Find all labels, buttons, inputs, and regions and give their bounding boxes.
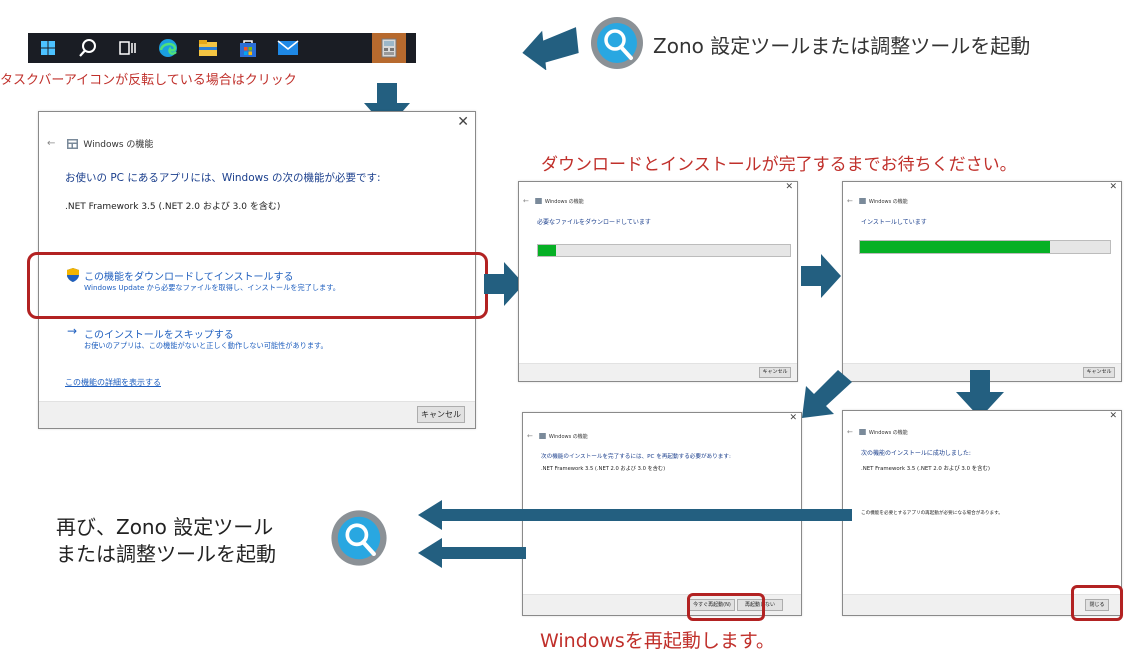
highlight-download-option bbox=[27, 252, 488, 319]
zono-app-icon[interactable] bbox=[372, 33, 406, 63]
feature-name: .NET Framework 3.5 (.NET 2.0 および 3.0 を含む… bbox=[65, 202, 281, 212]
dialog-titlebar: ← Windows の機能 bbox=[527, 432, 588, 440]
option2-title: このインストールをスキップする bbox=[84, 330, 234, 341]
search-icon[interactable] bbox=[74, 33, 102, 63]
dialog-title: Windows の機能 bbox=[548, 433, 588, 440]
dialog-footer: キャンセル bbox=[39, 401, 475, 428]
back-arrow-icon[interactable]: ← bbox=[847, 197, 853, 205]
back-arrow-icon[interactable]: ← bbox=[523, 197, 529, 205]
download-progress-fill bbox=[538, 245, 556, 256]
cancel-button[interactable]: キャンセル bbox=[759, 367, 791, 378]
taskbar bbox=[28, 33, 416, 63]
dialog-heading: お使いの PC にあるアプリには、Windows の次の機能が必要です: bbox=[65, 172, 381, 184]
dialog-footer: キャンセル bbox=[519, 363, 797, 381]
back-arrow-icon[interactable]: ← bbox=[47, 138, 55, 149]
close-icon[interactable]: ✕ bbox=[785, 182, 793, 192]
windows-features-icon bbox=[535, 198, 542, 204]
dialog-title: Windows の機能 bbox=[544, 198, 584, 205]
dialog-title: Windows の機能 bbox=[868, 198, 908, 205]
close-icon[interactable]: ✕ bbox=[1109, 411, 1117, 421]
relaunch-caption-line1: 再び、Zono 設定ツール bbox=[56, 515, 274, 539]
cancel-button[interactable]: キャンセル bbox=[417, 406, 465, 423]
arrow-left-long-1 bbox=[418, 500, 852, 530]
close-icon[interactable]: ✕ bbox=[457, 114, 469, 130]
back-arrow-icon[interactable]: ← bbox=[847, 428, 853, 436]
zono-logo-icon bbox=[591, 17, 643, 69]
highlight-close bbox=[1071, 585, 1123, 621]
arrow-left-long-2 bbox=[418, 538, 526, 568]
arrow-to-taskbar bbox=[522, 27, 579, 70]
dialog-title: Windows の機能 bbox=[83, 140, 154, 150]
download-status: 必要なファイルをダウンロードしています bbox=[537, 219, 651, 226]
arrow-right-2 bbox=[801, 254, 841, 298]
cancel-button[interactable]: キャンセル bbox=[1083, 367, 1115, 378]
dialog-titlebar: ← Windows の機能 bbox=[847, 428, 908, 436]
success-note: この機能を必要とするアプリの再起動が必要になる場合があります。 bbox=[861, 511, 1003, 516]
windows-features-icon bbox=[67, 138, 79, 149]
dialog-title: Windows の機能 bbox=[868, 429, 908, 436]
download-progress-bar bbox=[537, 244, 791, 257]
install-dialog: ✕ ← Windows の機能 インストールしています キャンセル bbox=[842, 181, 1122, 382]
windows-features-icon bbox=[859, 198, 866, 204]
taskbar-hint: タスクバーアイコンが反転している場合はクリック bbox=[0, 73, 297, 88]
relaunch-caption-line2: または調整ツールを起動 bbox=[56, 542, 276, 566]
close-icon[interactable]: ✕ bbox=[1109, 182, 1117, 192]
feature-name: .NET Framework 3.5 (.NET 2.0 および 3.0 を含む… bbox=[861, 466, 990, 472]
dialog-titlebar: ← Windows の機能 bbox=[847, 197, 908, 205]
launch-caption: Zono 設定ツールまたは調整ツールを起動 bbox=[653, 34, 1031, 58]
edge-icon[interactable] bbox=[154, 33, 182, 63]
mail-icon[interactable] bbox=[274, 33, 302, 63]
option2-desc: お使いのアプリは、この機能がないと正しく動作しない可能性があります。 bbox=[84, 341, 328, 350]
task-view-icon[interactable] bbox=[114, 33, 142, 63]
success-heading: 次の機能のインストールに成功しました: bbox=[861, 450, 971, 457]
file-explorer-icon[interactable] bbox=[194, 33, 222, 63]
install-status: インストールしています bbox=[861, 219, 927, 226]
windows-features-icon bbox=[539, 433, 546, 439]
highlight-restart-now bbox=[687, 593, 765, 621]
install-progress-bar bbox=[859, 240, 1111, 254]
restart-caption: Windowsを再起動します。 bbox=[540, 630, 775, 652]
install-progress-fill bbox=[860, 241, 1050, 253]
windows-start-icon[interactable] bbox=[34, 33, 62, 63]
windows-features-icon bbox=[859, 429, 866, 435]
details-link[interactable]: この機能の詳細を表示する bbox=[65, 377, 161, 388]
store-icon[interactable] bbox=[234, 33, 262, 63]
download-dialog: ✕ ← Windows の機能 必要なファイルをダウンロードしています キャンセ… bbox=[518, 181, 798, 382]
arrow-right-icon: → bbox=[67, 324, 78, 338]
zono-logo-icon bbox=[331, 510, 387, 566]
wait-caption: ダウンロードとインストールが完了するまでお待ちください。 bbox=[541, 155, 1017, 175]
close-icon[interactable]: ✕ bbox=[789, 413, 797, 423]
dialog-titlebar: ← Windows の機能 bbox=[523, 197, 584, 205]
dialog-titlebar: ← Windows の機能 bbox=[47, 137, 153, 150]
feature-name: .NET Framework 3.5 (.NET 2.0 および 3.0 を含む… bbox=[541, 466, 666, 472]
back-arrow-icon[interactable]: ← bbox=[527, 432, 533, 440]
restart-heading: 次の機能のインストールを完了するには、PC を再起動する必要があります: bbox=[541, 454, 731, 460]
